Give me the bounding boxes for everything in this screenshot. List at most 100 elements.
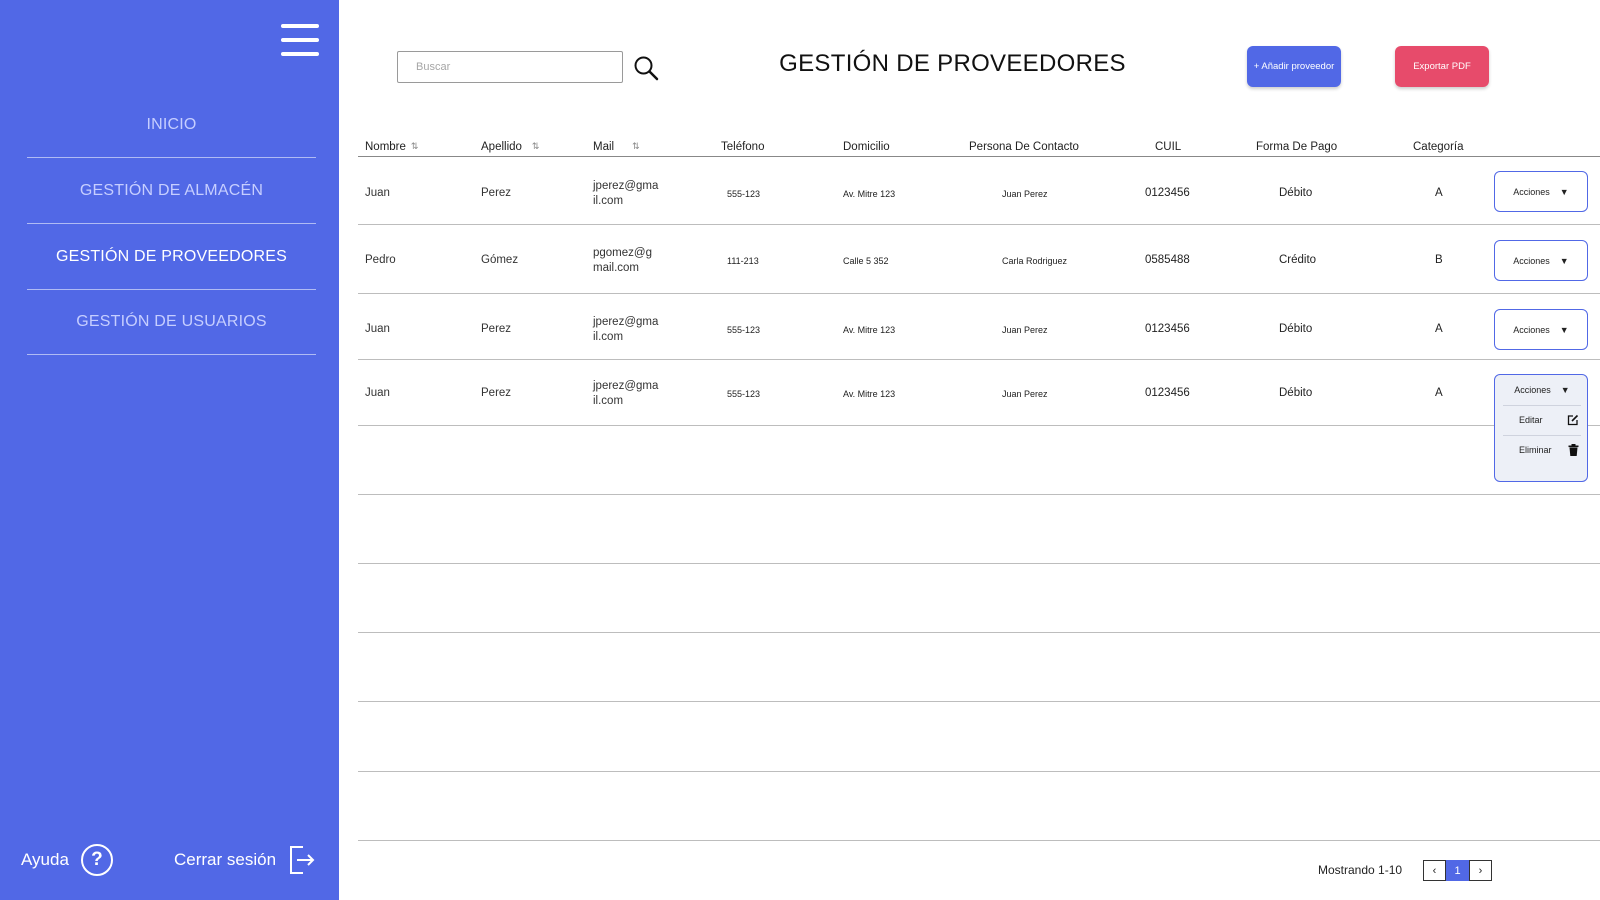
help-label: Ayuda (21, 850, 69, 869)
cell-pago: Débito (1279, 387, 1313, 399)
app-root: INICIO GESTIÓN DE ALMACÉN GESTIÓN DE PRO… (0, 0, 1600, 900)
cell-mail: pgomez@gmail.com (593, 247, 652, 274)
search-input[interactable] (397, 51, 623, 83)
cell-pago: Débito (1279, 187, 1313, 199)
export-pdf-button[interactable]: Exportar PDF (1395, 46, 1489, 87)
actions-dropdown-open: Acciones ▼ Editar Eliminar (1494, 374, 1588, 482)
page-title: GESTIÓN DE PROVEEDORES (779, 50, 1126, 77)
cell-nombre: Juan (365, 387, 390, 399)
logout-icon (290, 846, 315, 874)
cell-pago: Débito (1279, 323, 1313, 335)
chevron-down-icon: ▼ (1559, 186, 1569, 197)
column-header-contacto: Persona De Contacto (969, 141, 1079, 153)
sort-icon[interactable]: ⇅ (632, 141, 640, 152)
cell-domicilio: Av. Mitre 123 (843, 389, 896, 399)
cell-telefono: 111-213 (727, 256, 759, 266)
actions-label: Acciones (1513, 324, 1550, 335)
row-divider (358, 425, 1600, 426)
cell-cuil: 0585488 (1145, 254, 1190, 266)
column-header-domicilio: Domicilio (843, 141, 890, 153)
cell-contacto: Carla Rodriguez (1002, 256, 1068, 266)
sidebar-item-almacen[interactable]: GESTIÓN DE ALMACÉN (27, 158, 316, 224)
trash-icon (1568, 443, 1579, 456)
cell-apellido: Perez (481, 187, 512, 199)
row-divider (358, 632, 1600, 633)
search-icon[interactable] (633, 55, 659, 81)
row-divider (358, 771, 1600, 772)
column-header-pago: Forma De Pago (1256, 141, 1338, 153)
cell-nombre: Juan (365, 187, 390, 199)
edit-icon (1567, 414, 1579, 425)
help-link[interactable]: Ayuda ? (21, 843, 113, 877)
actions-dropdown[interactable]: Acciones ▼ (1494, 240, 1588, 281)
chevron-down-icon: ▼ (1560, 385, 1570, 395)
chevron-down-icon: ▼ (1559, 324, 1569, 335)
cell-contacto: Juan Perez (1002, 189, 1048, 199)
chevron-down-icon: ▼ (1559, 255, 1569, 266)
cell-categoria: A (1435, 187, 1443, 199)
cell-apellido: Gómez (481, 254, 519, 266)
cell-apellido: Perez (481, 323, 512, 335)
row-divider (358, 563, 1600, 564)
row-divider (358, 494, 1600, 495)
cell-mail: jperez@gmail.com (593, 380, 659, 407)
column-header-mail[interactable]: Mail ⇅ (593, 141, 640, 153)
column-header-categoria: Categoría (1413, 141, 1464, 153)
logout-link[interactable]: Cerrar sesión (174, 843, 315, 877)
delete-label: Eliminar (1519, 444, 1552, 455)
cell-categoria: A (1435, 387, 1443, 399)
hamburger-menu-icon[interactable] (281, 24, 319, 56)
cell-domicilio: Calle 5 352 (843, 256, 889, 266)
cell-cuil: 0123456 (1145, 323, 1190, 335)
column-header-cuil: CUIL (1155, 141, 1182, 153)
cell-pago: Crédito (1279, 254, 1317, 266)
cell-telefono: 555-123 (727, 189, 761, 199)
sidebar-item-inicio[interactable]: INICIO (27, 92, 316, 158)
table-header: Nombre ⇅ Apellido ⇅ Mail ⇅ Teléfono Domicil… (358, 141, 1600, 157)
pagination: ‹ 1 › (1423, 860, 1492, 881)
actions-label: Acciones (1514, 385, 1551, 395)
cell-domicilio: Av. Mitre 123 (843, 325, 896, 335)
cell-apellido: Perez (481, 387, 512, 399)
row-divider (358, 293, 1600, 294)
cell-categoria: B (1435, 254, 1443, 266)
cell-telefono: 555-123 (727, 389, 761, 399)
row-divider (358, 359, 1600, 360)
logout-label: Cerrar sesión (174, 850, 277, 869)
help-icon: ? (80, 844, 113, 876)
pagination-summary: Mostrando 1-10 (1318, 863, 1403, 877)
cell-mail: jperez@gmail.com (593, 316, 659, 343)
edit-label: Editar (1519, 414, 1543, 425)
prev-page-icon[interactable]: ‹ (1423, 860, 1446, 881)
cell-contacto: Juan Perez (1002, 389, 1048, 399)
row-divider (358, 840, 1600, 841)
next-page-icon[interactable]: › (1469, 860, 1492, 881)
page-number[interactable]: 1 (1446, 860, 1469, 881)
sort-icon[interactable]: ⇅ (411, 141, 419, 152)
sidebar: INICIO GESTIÓN DE ALMACÉN GESTIÓN DE PRO… (0, 0, 339, 900)
row-divider (358, 701, 1600, 702)
actions-dropdown[interactable]: Acciones ▼ (1494, 171, 1588, 212)
delete-menu-item[interactable]: Eliminar (1503, 435, 1581, 463)
column-header-nombre[interactable]: Nombre ⇅ (365, 141, 418, 153)
sidebar-item-proveedores[interactable]: GESTIÓN DE PROVEEDORES (27, 224, 316, 290)
cell-telefono: 555-123 (727, 325, 761, 335)
cell-contacto: Juan Perez (1002, 325, 1048, 335)
add-supplier-button[interactable]: + Añadir proveedor (1247, 46, 1341, 87)
cell-mail: jperez@gmail.com (593, 180, 659, 207)
cell-nombre: Juan (365, 323, 390, 335)
actions-label: Acciones (1513, 255, 1550, 266)
sort-icon[interactable]: ⇅ (532, 141, 540, 152)
cell-cuil: 0123456 (1145, 187, 1190, 199)
cell-domicilio: Av. Mitre 123 (843, 189, 896, 199)
sidebar-item-usuarios[interactable]: GESTIÓN DE USUARIOS (27, 289, 316, 355)
column-header-apellido[interactable]: Apellido ⇅ (481, 141, 539, 153)
edit-menu-item[interactable]: Editar (1503, 405, 1581, 433)
cell-nombre: Pedro (365, 254, 396, 266)
cell-categoria: A (1435, 323, 1443, 335)
cell-cuil: 0123456 (1145, 387, 1190, 399)
actions-dropdown[interactable]: Acciones ▼ (1494, 309, 1588, 350)
actions-dropdown-toggle[interactable]: Acciones ▼ (1495, 385, 1589, 395)
actions-label: Acciones (1513, 186, 1550, 197)
row-divider (358, 224, 1600, 225)
